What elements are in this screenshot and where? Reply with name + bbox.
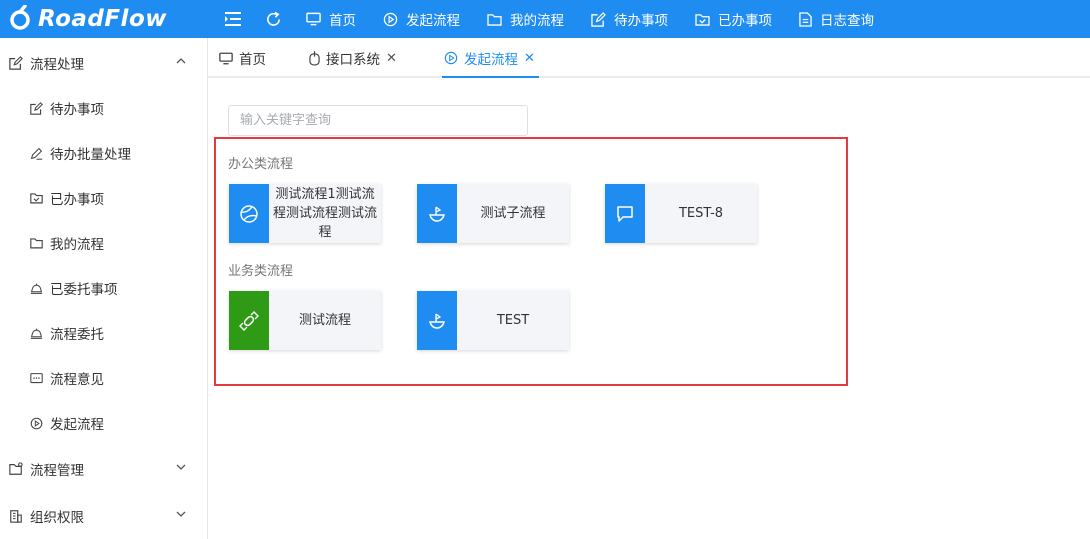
mouse-icon [309, 50, 320, 66]
logo[interactable]: RoadFlow [0, 0, 208, 38]
play-circle-icon [30, 417, 43, 429]
flow-card-label: 测试子流程 [480, 206, 546, 221]
document-icon [799, 11, 812, 27]
flow-card[interactable]: 测试流程 [229, 291, 381, 350]
top-nav-log-query[interactable]: 日志查询 [799, 9, 874, 29]
tab-interface-system[interactable]: 接口系统 ✕ [309, 38, 397, 78]
category-title: 办公类流程 [228, 157, 294, 172]
category-title: 业务类流程 [228, 264, 294, 279]
chevron-up-icon [176, 58, 186, 64]
flow-card-label: TEST [496, 313, 530, 328]
edit-icon [9, 56, 23, 70]
chevron-down-icon [176, 511, 186, 517]
sidebar-group-process[interactable]: 流程处理 [0, 41, 208, 85]
bell-icon [30, 328, 43, 339]
sidebar: 流程处理 待办事项 待办批量处理 已办事项 我的流程 已委托事项 流程委托 流程… [0, 38, 208, 539]
flow-card[interactable]: TEST-8 [605, 184, 757, 243]
flow-card-label: 测试流程1测试流程测试流程测试流程 [272, 187, 377, 240]
ship-icon [417, 184, 457, 243]
sidebar-item-start-flow[interactable]: 发起流程 [0, 401, 208, 445]
refresh-icon[interactable] [262, 8, 284, 30]
chat-bubble-icon [605, 184, 645, 243]
flow-card-label: TEST-8 [678, 206, 724, 221]
top-nav-start-flow[interactable]: 发起流程 [383, 9, 460, 29]
top-nav-home[interactable]: 首页 [306, 9, 356, 29]
sidebar-group-org[interactable]: 组织权限 [0, 494, 208, 538]
folder-check-icon [30, 193, 43, 204]
flow-card[interactable]: 测试流程1测试流程测试流程测试流程 [229, 184, 381, 243]
folder-icon [487, 13, 502, 26]
edit-icon [30, 101, 43, 115]
sidebar-item-todo[interactable]: 待办事项 [0, 86, 208, 130]
pen-icon [30, 147, 43, 160]
folder-edit-icon [9, 462, 23, 475]
logo-icon [10, 5, 30, 30]
sidebar-group-label: 组织权限 [30, 510, 84, 526]
flow-card-label: 测试流程 [298, 313, 351, 328]
bell-icon [30, 283, 43, 294]
monitor-icon [219, 52, 233, 64]
sidebar-item-delegate[interactable]: 流程委托 [0, 311, 208, 355]
folder-check-icon [695, 13, 710, 26]
menu-toggle-icon[interactable] [222, 8, 244, 30]
sidebar-item-done[interactable]: 已办事项 [0, 176, 208, 220]
candy-icon [229, 291, 269, 350]
chevron-down-icon [176, 464, 186, 470]
top-nav-done[interactable]: 已办事项 [695, 9, 772, 29]
top-nav-my-flows[interactable]: 我的流程 [487, 9, 564, 29]
sidebar-item-entrusted[interactable]: 已委托事项 [0, 266, 208, 310]
tab-start-flow[interactable]: 发起流程 ✕ [444, 38, 535, 78]
top-nav-todo[interactable]: 待办事项 [591, 9, 668, 29]
flow-card[interactable]: TEST [417, 291, 569, 350]
monitor-icon [306, 12, 321, 26]
edit-icon [591, 11, 606, 27]
top-nav: 首页 发起流程 我的流程 待办事项 已办事项 日志查询 [306, 0, 901, 38]
tab-home[interactable]: 首页 [219, 38, 266, 78]
sidebar-item-batch[interactable]: 待办批量处理 [0, 131, 208, 175]
active-tab-indicator [442, 76, 539, 78]
sidebar-group-label: 流程管理 [30, 463, 84, 479]
tab-close-icon[interactable]: ✕ [524, 51, 535, 66]
sidebar-item-my-flows[interactable]: 我的流程 [0, 221, 208, 265]
folder-icon [30, 238, 43, 249]
logo-text: RoadFlow [38, 6, 167, 32]
play-circle-icon [383, 12, 398, 26]
sidebar-group-manage[interactable]: 流程管理 [0, 447, 208, 491]
tab-bar: 首页 接口系统 ✕ 发起流程 ✕ [208, 38, 1090, 78]
tab-close-icon[interactable]: ✕ [386, 51, 397, 66]
message-dots-icon [30, 372, 43, 383]
play-circle-icon [444, 51, 458, 65]
search-input[interactable] [228, 105, 528, 136]
flow-card[interactable]: 测试子流程 [417, 184, 569, 243]
sidebar-item-opinions[interactable]: 流程意见 [0, 356, 208, 400]
ship-icon [417, 291, 457, 350]
basketball-icon [229, 184, 269, 243]
building-icon [10, 510, 22, 523]
sidebar-group-label: 流程处理 [30, 57, 84, 73]
